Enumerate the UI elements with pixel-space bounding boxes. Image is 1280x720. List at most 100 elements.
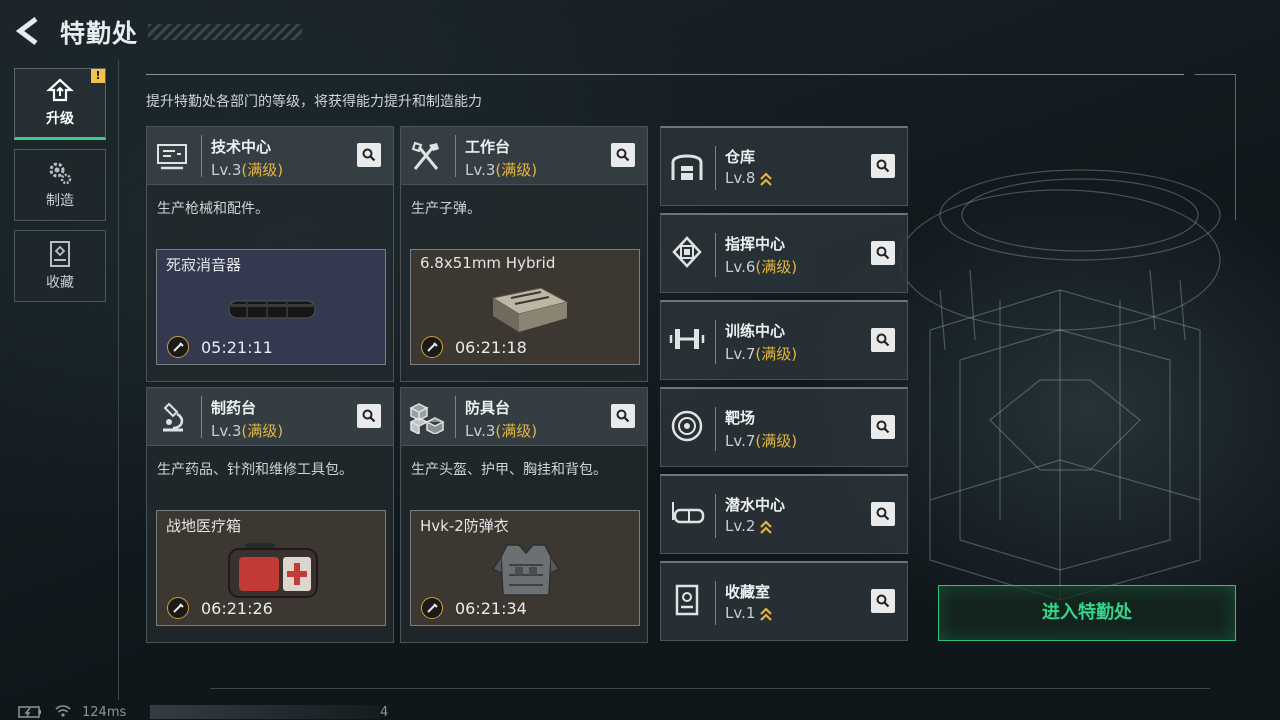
level-value: Lv.3	[465, 161, 496, 179]
header-separator	[715, 320, 716, 364]
production-slot[interactable]: 死寂消音器 05:21:11	[156, 249, 386, 365]
facility-level: Lv.8	[725, 169, 773, 187]
production-timer: 06:21:34	[455, 599, 527, 618]
description-divider	[146, 74, 1184, 75]
workshop-description: 生产药品、针剂和维修工具包。	[157, 462, 353, 478]
max-level-tag: (满级)	[755, 258, 798, 276]
nav-upgrade[interactable]: ! 升级	[14, 68, 106, 140]
upgrade-icon	[46, 78, 74, 102]
level-value: Lv.1	[725, 604, 756, 622]
title-decoration	[148, 24, 302, 40]
header-separator	[715, 494, 716, 538]
magnifier-icon	[876, 159, 890, 173]
max-level-tag: (满级)	[495, 422, 538, 440]
back-arrow-icon	[15, 17, 38, 45]
level-value: Lv.2	[725, 517, 756, 535]
production-timer: 06:21:18	[455, 338, 527, 357]
facility-training-center[interactable]: 训练中心 Lv.7(满级)	[660, 300, 908, 380]
production-slot[interactable]: 6.8x51mm Hybrid 06:21:18	[410, 249, 640, 365]
nav-craft[interactable]: 制造	[14, 149, 106, 221]
battery-icon	[18, 706, 41, 718]
facility-name: 仓库	[725, 148, 756, 166]
facility-level: Lv.6(满级)	[725, 256, 797, 277]
microscope-icon	[163, 402, 184, 432]
magnifier-icon	[876, 594, 890, 608]
header-separator	[455, 396, 456, 438]
level-value: Lv.3	[465, 422, 496, 440]
divider-line	[210, 688, 1210, 689]
page-title: 特勤处	[60, 19, 139, 48]
goggles-icon	[672, 502, 705, 524]
uid-suffix: 4	[380, 705, 389, 720]
header-separator	[455, 135, 456, 177]
search-button[interactable]	[611, 143, 635, 167]
workshop-level: Lv.3(满级)	[211, 420, 283, 441]
search-button[interactable]	[871, 241, 895, 265]
ammo-box-image	[491, 287, 569, 332]
magnifier-icon	[876, 246, 890, 260]
search-button[interactable]	[871, 502, 895, 526]
status-bar: 124ms 4	[0, 700, 400, 720]
workshop-card-pharmacy[interactable]: 制药台 Lv.3(满级) 生产药品、针剂和维修工具包。 战地医疗箱 06:21:…	[146, 387, 394, 643]
max-level-tag: (满级)	[241, 422, 284, 440]
facility-name: 靶场	[725, 409, 756, 427]
search-button[interactable]	[357, 143, 381, 167]
magnifier-icon	[876, 507, 890, 521]
facility-shooting-range[interactable]: 靶场 Lv.7(满级)	[660, 387, 908, 467]
level-value: Lv.7	[725, 345, 756, 363]
facility-name: 潜水中心	[725, 496, 786, 514]
production-slot[interactable]: Hvk-2防弹衣 06:21:34	[410, 510, 640, 626]
divider-line	[118, 60, 119, 700]
workshop-description: 生产枪械和配件。	[157, 201, 269, 217]
top-bar: 特勤处	[0, 0, 302, 60]
workshop-card-workbench[interactable]: 工作台 Lv.3(满级) 生产子弹。 6.8x51mm Hybrid 06:21…	[400, 126, 648, 382]
workshop-name: 防具台	[465, 399, 511, 417]
facility-name: 指挥中心	[725, 235, 786, 253]
workshop-card-tech-center[interactable]: 技术中心 Lv.3(满级) 生产枪械和配件。 死寂消音器 05:21:11	[146, 126, 394, 382]
chip-icon	[672, 236, 702, 268]
divider-line	[1195, 74, 1235, 75]
facility-warehouse[interactable]: 仓库 Lv.8	[660, 126, 908, 206]
search-button[interactable]	[871, 328, 895, 352]
nav-collection-label: 收藏	[46, 275, 74, 291]
facility-level: Lv.1	[725, 604, 773, 622]
header-separator	[715, 233, 716, 277]
workshop-card-armory[interactable]: 防具台 Lv.3(满级) 生产头盔、护甲、胸挂和背包。 Hvk-2防弹衣 06:…	[400, 387, 648, 643]
upgrade-arrows-icon	[760, 171, 773, 186]
search-button[interactable]	[871, 415, 895, 439]
collection-room-icon	[675, 584, 699, 616]
facility-command-center[interactable]: 指挥中心 Lv.6(满级)	[660, 213, 908, 293]
production-slot[interactable]: 战地医疗箱 06:21:26	[156, 510, 386, 626]
level-value: Lv.3	[211, 161, 242, 179]
max-level-tag: (满级)	[755, 432, 798, 450]
timer-icon	[421, 336, 443, 358]
computer-icon	[157, 144, 187, 170]
back-button[interactable]	[14, 16, 44, 46]
enter-base-button[interactable]: 进入特勤处	[938, 585, 1236, 641]
product-name: 战地医疗箱	[166, 517, 242, 535]
facility-name: 训练中心	[725, 322, 786, 340]
gears-icon	[49, 162, 72, 185]
search-button[interactable]	[871, 589, 895, 613]
armor-vest-image	[491, 544, 561, 596]
ping-value: 124ms	[82, 705, 127, 720]
production-timer: 05:21:11	[201, 338, 273, 357]
max-level-tag: (满级)	[755, 345, 798, 363]
timer-icon	[167, 597, 189, 619]
facility-collection-room[interactable]: 收藏室 Lv.1	[660, 561, 908, 641]
level-value: Lv.7	[725, 432, 756, 450]
facility-diving-center[interactable]: 潜水中心 Lv.2	[660, 474, 908, 554]
page-description: 提升特勤处各部门的等级，将获得能力提升和制造能力	[146, 94, 482, 110]
search-button[interactable]	[871, 154, 895, 178]
nav-collection[interactable]: 收藏	[14, 230, 106, 302]
magnifier-icon	[616, 409, 630, 423]
wifi-icon	[55, 705, 71, 717]
search-button[interactable]	[357, 404, 381, 428]
magnifier-icon	[362, 148, 376, 162]
magnifier-icon	[362, 409, 376, 423]
level-value: Lv.3	[211, 422, 242, 440]
production-timer: 06:21:26	[201, 599, 273, 618]
level-value: Lv.6	[725, 258, 756, 276]
search-button[interactable]	[611, 404, 635, 428]
card-header: 防具台 Lv.3(满级)	[401, 388, 647, 446]
